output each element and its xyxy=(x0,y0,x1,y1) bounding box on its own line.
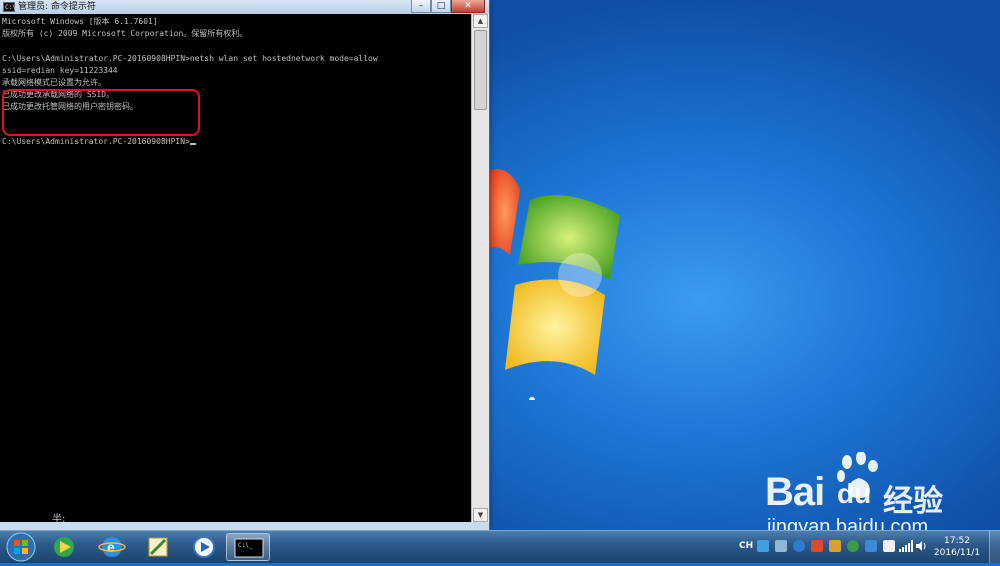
clock-date: 2016/11/1 xyxy=(933,548,981,558)
update-tray-icon[interactable] xyxy=(847,540,859,552)
media-tray-icon[interactable] xyxy=(793,540,805,552)
console-line: ssid=redian key=11223344 xyxy=(2,66,118,75)
security-tray-icon[interactable] xyxy=(829,540,841,552)
svg-text:C:\_: C:\_ xyxy=(238,542,253,549)
close-button[interactable]: ✕ xyxy=(451,0,485,13)
paint-icon xyxy=(148,537,168,557)
show-desktop-button[interactable] xyxy=(989,531,1000,563)
maximize-button[interactable]: □ xyxy=(431,0,451,13)
baidu-watermark: Bai du 经验 jingyan.baidu.com xyxy=(765,452,995,542)
taskbar-item-windows-media[interactable] xyxy=(182,533,226,561)
console-prompt[interactable]: C:\Users\Administrator.PC-20160908HPIN> xyxy=(2,136,196,148)
svg-text:e: e xyxy=(107,539,115,555)
taskbar-item-media-player[interactable] xyxy=(42,533,86,561)
system-tray: CH 17:52 2016/11/1 xyxy=(735,531,1000,563)
highlight-annotation xyxy=(2,89,200,136)
clock[interactable]: 17:52 2016/11/1 xyxy=(931,535,983,559)
console-line: C:\Users\Administrator.PC-20160908HPIN>n… xyxy=(2,54,378,63)
taskbar-item-paint[interactable] xyxy=(136,533,180,561)
baidu-brand-suffix: du xyxy=(837,478,872,509)
signal-tray-icon[interactable] xyxy=(899,540,913,552)
console-line: 版权所有 (c) 2009 Microsoft Corporation。保留所有… xyxy=(2,29,248,38)
flag-tray-icon[interactable] xyxy=(811,540,823,552)
cmd-window-icon[interactable]: C:\ xyxy=(3,2,16,12)
window-title: 管理员: 命令提示符 xyxy=(18,2,96,12)
window-bottom-border xyxy=(0,522,489,530)
shield-tray-icon[interactable] xyxy=(865,540,877,552)
windows-logo xyxy=(490,169,620,400)
taskbar-item-ie[interactable]: e xyxy=(90,533,134,561)
text-cursor xyxy=(189,143,196,145)
console-line: Microsoft Windows [版本 6.1.7601] xyxy=(2,17,158,26)
windows-media-icon xyxy=(193,536,215,558)
start-orb-icon[interactable] xyxy=(4,531,38,563)
minimize-button[interactable]: – xyxy=(411,0,431,13)
clock-time: 17:52 xyxy=(944,536,970,546)
scroll-thumb[interactable] xyxy=(474,30,487,110)
ie-icon: e xyxy=(98,537,126,557)
scroll-up-icon[interactable]: ▲ xyxy=(473,14,488,28)
window-controls: – □ ✕ xyxy=(411,0,485,13)
scroll-down-icon[interactable]: ▼ xyxy=(473,508,488,522)
volume-tray-icon[interactable] xyxy=(915,540,927,552)
keyboard-tray-icon[interactable] xyxy=(775,540,787,552)
taskbar-item-cmd[interactable]: C:\_ xyxy=(226,533,270,561)
network-tray-icon[interactable] xyxy=(757,540,769,552)
title-bar[interactable]: C:\ 管理员: 命令提示符 – □ ✕ xyxy=(0,0,489,15)
baidu-brand: Bai xyxy=(765,470,825,514)
media-player-icon xyxy=(54,537,74,557)
cmd-window[interactable]: C:\ 管理员: 命令提示符 – □ ✕ Microsoft Windows [… xyxy=(0,0,490,530)
display-tray-icon[interactable] xyxy=(883,540,895,552)
vertical-scrollbar[interactable]: ▲ ▼ xyxy=(471,14,489,522)
baidu-brand-cn: 经验 xyxy=(883,485,943,518)
taskbar: e C:\_ CH 17:52 2016/11/1 xyxy=(0,530,1000,563)
console-line: 承载网络模式已设置为允许。 xyxy=(2,78,106,87)
console-output[interactable]: Microsoft Windows [版本 6.1.7601] 版权所有 (c)… xyxy=(0,14,471,525)
language-indicator[interactable]: CH xyxy=(739,541,753,551)
cmd-icon: C:\_ xyxy=(234,538,264,558)
